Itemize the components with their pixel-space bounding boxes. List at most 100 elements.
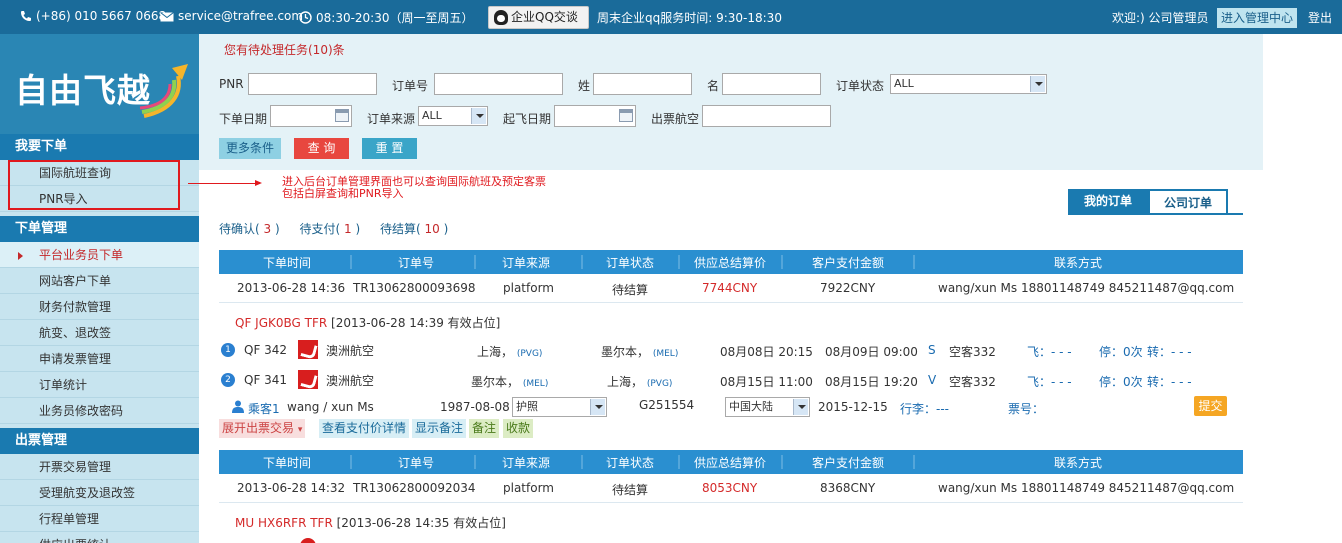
surname-label: 姓 (578, 79, 591, 93)
section-order-manage-head: 下单管理 (0, 216, 199, 242)
sidebar-item-supply-stats[interactable]: 供应出票统计 (0, 532, 199, 543)
order-date-input[interactable] (270, 105, 352, 127)
qq-chat-button[interactable]: 企业QQ交谈 (488, 6, 589, 29)
ticket-number: 票号： (1008, 402, 1045, 416)
reset-button[interactable]: 重 置 (362, 138, 417, 159)
destination-city: 上海， (PVG) (607, 373, 672, 390)
highlight-box (8, 160, 180, 210)
qq-icon (494, 10, 508, 25)
sidebar-item-invoice[interactable]: 申请发票管理 (0, 346, 199, 372)
pnr-code[interactable]: QF JGK0BG TFR (235, 316, 327, 330)
submit-button[interactable]: 提交 (1194, 396, 1227, 416)
destination-city: 墨尔本， (MEL) (601, 343, 678, 360)
nationality-value: 中国大陆 (729, 400, 773, 413)
city-name: 墨尔本， (471, 375, 520, 389)
airport-code: (MEL) (652, 349, 679, 359)
phone-text: (+86) 010 5667 0668 (36, 9, 167, 23)
nationality-select[interactable]: 中国大陆 (725, 397, 810, 417)
contact-info: wang/xun Ms 18801148749 845211487@qq.com (938, 281, 1235, 295)
city-name: 上海， (477, 345, 514, 359)
row-divider (219, 302, 1243, 303)
given-name-input[interactable] (722, 73, 821, 95)
pnr-code[interactable]: MU HX6RFR TFR (235, 516, 333, 530)
sidebar-item-order-stats[interactable]: 订单统计 (0, 372, 199, 398)
depart-date-input[interactable] (554, 105, 636, 127)
col-order-status: 订单状态 (605, 456, 655, 470)
calendar-icon[interactable] (619, 109, 633, 122)
stops: 停：0次 (1099, 345, 1143, 359)
tab-label: 待支付 (299, 222, 336, 236)
order-source: platform (503, 481, 554, 495)
tab-company-orders[interactable]: 公司订单 (1148, 189, 1228, 214)
supply-price: 7744CNY (702, 281, 758, 295)
document-type-select[interactable]: 护照 (512, 397, 607, 417)
sidebar-item-itinerary[interactable]: 行程单管理 (0, 506, 199, 532)
weekend-hours: 周末企业qq服务时间: 9:30-18:30 (597, 11, 782, 25)
logo-swoosh-icon (139, 64, 188, 118)
col-order-no: 订单号 (397, 456, 435, 470)
tab-my-orders[interactable]: 我的订单 (1068, 189, 1148, 214)
order-table-header: 下单时间 订单号 订单来源 订单状态 供应总结算价 客户支付金额 联系方式 (219, 450, 1243, 474)
order-date-label: 下单日期 (219, 112, 268, 126)
email-info: service@trafree.com (160, 9, 303, 23)
pnr-line: QF JGK0BG TFR [2013-06-28 14:39 有效占位] (235, 314, 500, 331)
order-status-select[interactable]: ALL (890, 74, 1047, 94)
customer-pay: 8368CNY (820, 481, 876, 495)
annotation-arrow (188, 180, 262, 186)
tab-pending-pay[interactable]: 待支付( 1 ) (299, 222, 360, 236)
sidebar-item-finance-payment[interactable]: 财务付款管理 (0, 294, 199, 320)
tab-pending-confirm[interactable]: 待确认( 3 ) (219, 222, 280, 236)
origin-city: 上海， (PVG) (477, 343, 542, 360)
collect-payment-button[interactable]: 收款 (503, 419, 534, 438)
passenger-label: 乘客1 (248, 402, 280, 416)
logo-text: 自由飞越 (15, 71, 151, 110)
surname-input[interactable] (593, 73, 692, 95)
order-number[interactable]: TR13062800093698 (353, 281, 476, 295)
pending-tasks[interactable]: 您有待处理任务(10)条 (224, 41, 345, 58)
tab-label: 待结算 (379, 222, 416, 236)
view-pay-detail-button[interactable]: 查看支付价详情 (319, 419, 410, 438)
show-remark-button[interactable]: 显示备注 (412, 419, 467, 438)
pnr-status: [2013-06-28 14:35 有效占位] (332, 516, 506, 530)
sidebar-item-flight-change-refund[interactable]: 航变、退改签 (0, 320, 199, 346)
sidebar-item-web-customer-order[interactable]: 网站客户下单 (0, 268, 199, 294)
transfer: 转：- - - (1147, 345, 1192, 359)
clock-icon (299, 11, 312, 24)
admin-center-button[interactable]: 进入管理中心 (1217, 8, 1297, 28)
col-order-time: 下单时间 (262, 456, 312, 470)
passenger-name: wang / xun Ms (287, 400, 374, 414)
order-source-label: 订单来源 (367, 112, 416, 126)
logout-link[interactable]: 登出 (1308, 9, 1332, 26)
airline-logo-icon (300, 538, 316, 543)
annotation-line-2: 包括白屏查询和PNR导入 (282, 187, 404, 200)
remark-button[interactable]: 备注 (469, 419, 500, 438)
contact-info: wang/xun Ms 18801148749 845211487@qq.com (938, 481, 1235, 495)
calendar-icon[interactable] (335, 109, 349, 122)
order-source-select[interactable]: ALL (418, 106, 488, 126)
airline-label: 出票航空 (651, 112, 700, 126)
order-number[interactable]: TR13062800092034 (353, 481, 476, 495)
row-divider (219, 502, 1243, 503)
order-no-input[interactable] (434, 73, 563, 95)
expand-ticket-trade-button[interactable]: 展开出票交易 ▾ (219, 419, 306, 438)
airport-code: (PVG) (516, 349, 543, 359)
sidebar-item-label: 平台业务员下单 (39, 248, 124, 262)
sidebar-item-change-password[interactable]: 业务员修改密码 (0, 398, 199, 424)
tab-pending-settle[interactable]: 待结算( 10 ) (380, 222, 448, 236)
order-status-label: 订单状态 (836, 79, 885, 93)
city-name: 上海， (607, 375, 644, 389)
hours-text: 08:30-20:30（周一至周五） (316, 11, 474, 25)
sidebar-item-accept-change[interactable]: 受理航变及退改签 (0, 480, 199, 506)
airline-input[interactable] (702, 105, 831, 127)
aircraft-type: 空客332 (949, 375, 996, 389)
active-arrow-icon (18, 252, 23, 260)
stops: 停：0次 (1099, 375, 1143, 389)
hours-info: 08:30-20:30（周一至周五） (299, 9, 474, 26)
sidebar-item-platform-order[interactable]: 平台业务员下单 (0, 242, 199, 268)
airport-code: (MEL) (522, 379, 549, 389)
pnr-input[interactable] (248, 73, 377, 95)
more-conditions-button[interactable]: 更多条件 (219, 138, 281, 159)
supply-price: 8053CNY (702, 481, 758, 495)
query-button[interactable]: 查 询 (294, 138, 349, 159)
sidebar-item-ticket-trade[interactable]: 开票交易管理 (0, 454, 199, 480)
